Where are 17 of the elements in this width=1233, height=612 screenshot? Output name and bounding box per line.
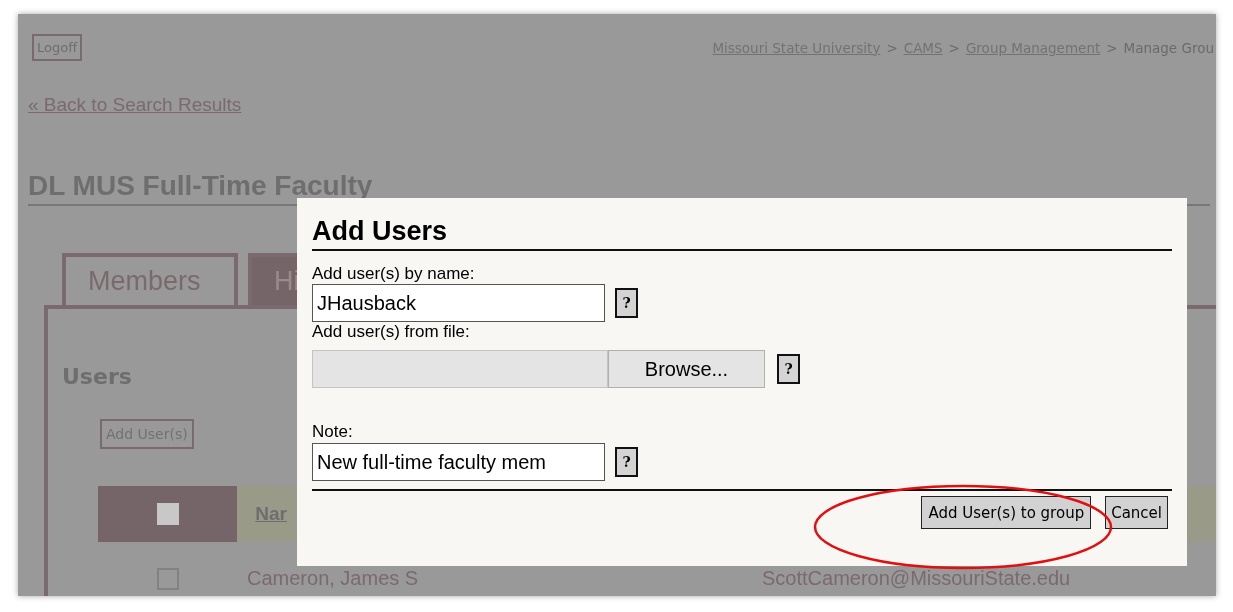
note-input-field[interactable]: New full-time faculty mem [312,443,605,481]
browse-button[interactable]: Browse... [608,350,765,388]
field-label: Add user(s) from file: [312,322,471,342]
name-input-field[interactable]: JHausback [312,284,605,322]
field-label: Add user(s) by name: [312,264,476,284]
breadcrumb-separator: > [948,39,960,56]
help-button[interactable]: ? [615,288,638,318]
select-all-checkbox[interactable] [156,503,179,525]
breadcrumb-separator: > [1106,39,1118,56]
add-to-group-button[interactable]: Add User(s) to group [921,496,1092,529]
help-button[interactable]: ? [777,354,800,384]
file-path-field[interactable] [312,350,608,388]
cancel-button[interactable]: Cancel [1105,496,1168,529]
dialog-title: Add Users [312,216,1172,251]
field-label: Note: [312,422,354,442]
breadcrumb-separator: > [886,39,898,56]
help-button[interactable]: ? [615,447,638,477]
